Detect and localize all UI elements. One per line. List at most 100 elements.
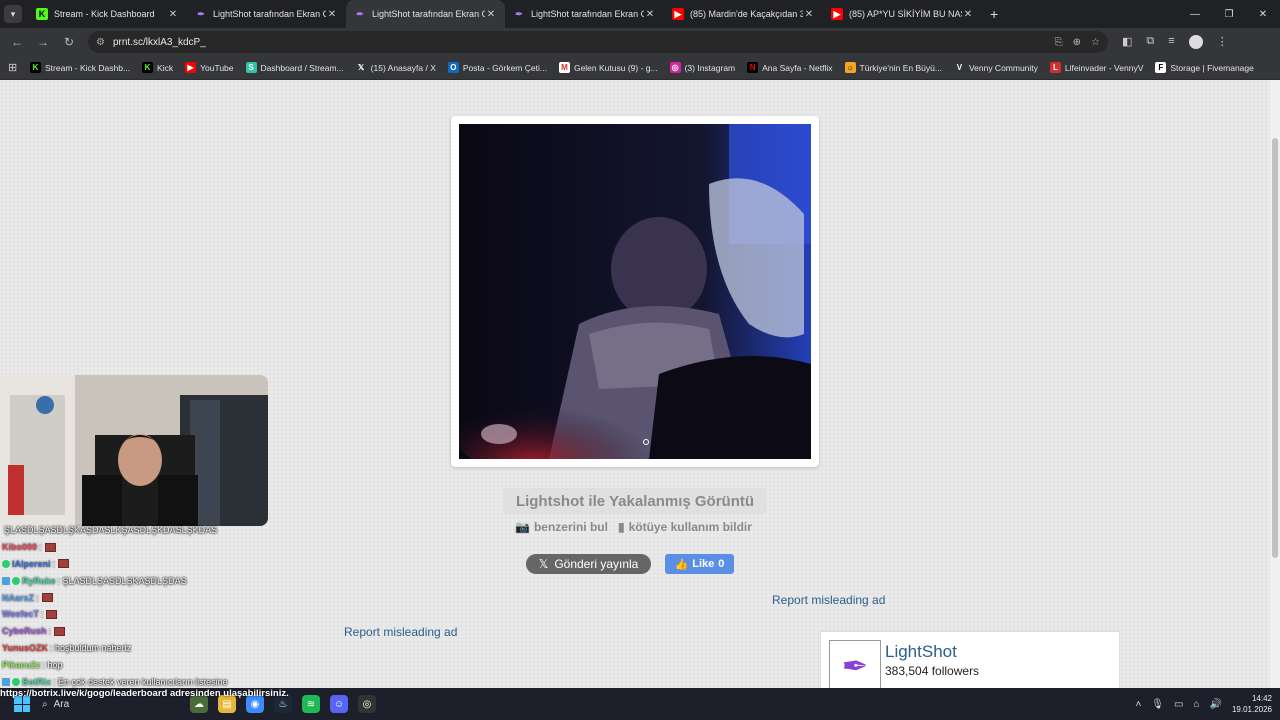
screenshot-actions: 📷 benzerini bul ▮ kötüye kullanım bildir <box>515 520 752 534</box>
chat-message: WeefecT: <box>2 606 302 623</box>
profile-avatar[interactable] <box>1188 35 1203 49</box>
venny-icon: V <box>956 63 963 72</box>
back-button[interactable]: ← <box>4 35 30 49</box>
maximize-button[interactable]: ❐ <box>1212 0 1246 28</box>
install-app-icon[interactable]: ⎘ <box>1055 37 1063 48</box>
bookmark-item[interactable]: M Gelen Kutusu (9) - g... <box>558 62 658 73</box>
emote-icon <box>58 559 70 569</box>
microphone-icon[interactable]: 🎙 <box>1151 699 1164 710</box>
reading-list-icon[interactable]: ≡ <box>1168 35 1174 49</box>
close-tab-icon[interactable]: ✕ <box>644 9 656 20</box>
post-to-x-button[interactable]: 𝕏 Gönderi yayınla <box>526 554 651 574</box>
emote-icon <box>44 542 56 552</box>
tab-strip: ▾ K Stream - Kick Dashboard ✕ ✒ LightShot ta… <box>0 0 1280 28</box>
bookmark-item[interactable]: F Storage | Fivemanage <box>1155 62 1254 73</box>
apps-grid-icon[interactable]: ⊞ <box>8 61 30 74</box>
fb-page-name[interactable]: LightShot <box>885 642 957 662</box>
zoom-icon[interactable]: ⊕ <box>1073 37 1081 48</box>
emote-icon <box>54 626 66 636</box>
bookmark-item[interactable]: N Ana Sayfa - Netflix <box>747 62 833 73</box>
bookmark-item[interactable]: ▶ YouTube <box>185 62 234 73</box>
thumbs-up-icon: 👍 <box>674 558 689 571</box>
bookmark-item[interactable]: K Stream - Kick Dashb... <box>30 62 130 73</box>
youtube-icon: ▶ <box>672 8 684 20</box>
reload-button[interactable]: ↻ <box>56 35 82 49</box>
post-to-x-label: Gönderi yayınla <box>554 557 639 571</box>
bookmark-label: Storage | Fivemanage <box>1170 62 1254 73</box>
chevron-up-icon[interactable]: ˄ <box>1135 699 1141 710</box>
gmail-icon: M <box>558 62 570 73</box>
tab-3[interactable]: ✒ LightShot tarafından Ekran Görü✕ <box>505 0 664 28</box>
netflix-icon: N <box>747 62 759 73</box>
system-tray: ˄ 🎙 ▭ ⌂ 🔊 14:42 19.01.2026 <box>1135 688 1272 720</box>
chat-username: RyRuke <box>22 575 56 586</box>
bookmark-item[interactable]: L Lifeinvader - VennyV <box>1049 62 1143 73</box>
forward-button[interactable]: → <box>30 35 56 49</box>
taskbar-search[interactable]: ⌕ Ara <box>42 699 162 710</box>
stream-ticker: https://botrix.live/k/gogo/leaderboard a… <box>0 688 289 699</box>
streamlabs-icon: S <box>245 62 257 73</box>
bookmark-item[interactable]: ☼ Türkiye'nin En Büyü... <box>844 62 942 73</box>
bookmark-star-icon[interactable]: ☆ <box>1091 37 1100 48</box>
bookmark-item[interactable]: ◎ (3) Instagram <box>669 62 736 73</box>
clock-time: 14:42 <box>1251 694 1272 703</box>
screenshot-image[interactable] <box>459 124 811 459</box>
chat-message: RyRuke: ŞLASDLŞASDLŞKAŞDLŞDAS <box>2 572 302 589</box>
tab-1[interactable]: ✒ LightShot tarafından Ekran Görü✕ <box>187 0 346 28</box>
network-icon[interactable]: ⌂ <box>1193 699 1199 710</box>
facebook-like-button[interactable]: 👍 Like 0 <box>665 554 734 574</box>
address-bar[interactable]: ⚙ prnt.sc/lkxlA3_kdcP_ ⎘ ⊕ ☆ <box>88 31 1108 53</box>
tab-2[interactable]: ✒ LightShot tarafından Ekran Görü✕ <box>346 0 505 28</box>
close-tab-icon[interactable]: ✕ <box>167 9 179 20</box>
bookmark-item[interactable]: S Dashboard / Stream... <box>245 62 344 73</box>
bookmark-item[interactable]: K Kick <box>142 62 173 73</box>
x-icon: 𝕏 <box>538 557 549 571</box>
report-ad-link[interactable]: Report misleading ad <box>772 593 885 607</box>
new-tab-button[interactable]: + <box>990 6 998 22</box>
facebook-page-widget[interactable]: ✒ LightShot 383,504 followers <box>820 631 1120 692</box>
lightshot-feather-icon: ✒ <box>829 640 881 692</box>
extensions-puzzle-icon[interactable]: ⧉ <box>1146 35 1154 49</box>
close-tab-icon[interactable]: ✕ <box>803 9 815 20</box>
tab-4[interactable]: ▶ (85) Mardin'de Kaçakçıdan 3 D ✕ <box>664 0 823 28</box>
bookmark-label: Posta - Görkem Çeti... <box>462 62 547 73</box>
bookmark-item[interactable]: V Venny Community <box>954 62 1038 73</box>
close-tab-icon[interactable]: ✕ <box>962 9 974 20</box>
report-abuse-link[interactable]: ▮ kötüye kullanım bildir <box>618 520 752 534</box>
close-tab-icon[interactable]: ✕ <box>326 9 338 20</box>
verified-badge-icon <box>12 576 20 585</box>
bookmark-label: Stream - Kick Dashb... <box>45 62 131 73</box>
like-count: 0 <box>718 558 725 570</box>
bookmark-label: Gelen Kutusu (9) - g... <box>573 62 658 73</box>
tab-title: LightShot tarafından Ekran Görü <box>372 9 485 19</box>
report-ad-link-2[interactable]: Report misleading ad <box>344 625 457 639</box>
menu-kebab-icon[interactable]: ⋮ <box>1217 35 1228 49</box>
find-similar-link[interactable]: 📷 benzerini bul <box>515 520 608 534</box>
kick-icon: K <box>30 62 41 73</box>
chat-text: : <box>48 626 52 637</box>
camera-icon: 📷 <box>515 520 530 534</box>
bookmark-label: (15) Anasayfa / X <box>370 62 436 73</box>
tab-5[interactable]: ▶ (85) AP*YU SİKİYİM BU NASIL S✕ <box>823 0 982 28</box>
minimize-button[interactable]: — <box>1178 0 1212 28</box>
tab-search-button[interactable]: ▾ <box>4 5 22 23</box>
close-tab-icon[interactable]: ✕ <box>485 9 497 20</box>
extension-icon[interactable]: ◧ <box>1122 35 1132 49</box>
scrollbar-thumb[interactable] <box>1272 138 1278 558</box>
tab-0[interactable]: K Stream - Kick Dashboard ✕ <box>28 0 187 28</box>
search-icon: ⌕ <box>42 698 48 710</box>
chat-message: ŞLASDLŞASDLŞKAŞDASLKŞASDLŞKDASLŞKDAS <box>2 522 302 539</box>
clock[interactable]: 14:42 19.01.2026 <box>1232 693 1272 715</box>
close-window-button[interactable]: ✕ <box>1246 0 1280 28</box>
monitor-icon[interactable]: ▭ <box>1174 699 1183 710</box>
page-scrollbar[interactable] <box>1270 80 1280 688</box>
bookmark-item[interactable]: 𝕏 (15) Anasayfa / X <box>356 62 436 73</box>
bookmark-label: (3) Instagram <box>684 62 736 73</box>
site-info-icon[interactable]: ⚙ <box>96 37 105 48</box>
volume-icon[interactable]: 🔊 <box>1210 699 1222 710</box>
bookmark-item[interactable]: O Posta - Görkem Çeti... <box>447 62 547 73</box>
like-label: Like <box>692 558 715 570</box>
lifeinvader-icon: L <box>1049 62 1061 73</box>
badge-icon <box>2 576 10 585</box>
page-caption: Lightshot ile Yakalanmış Görüntü <box>503 488 767 514</box>
